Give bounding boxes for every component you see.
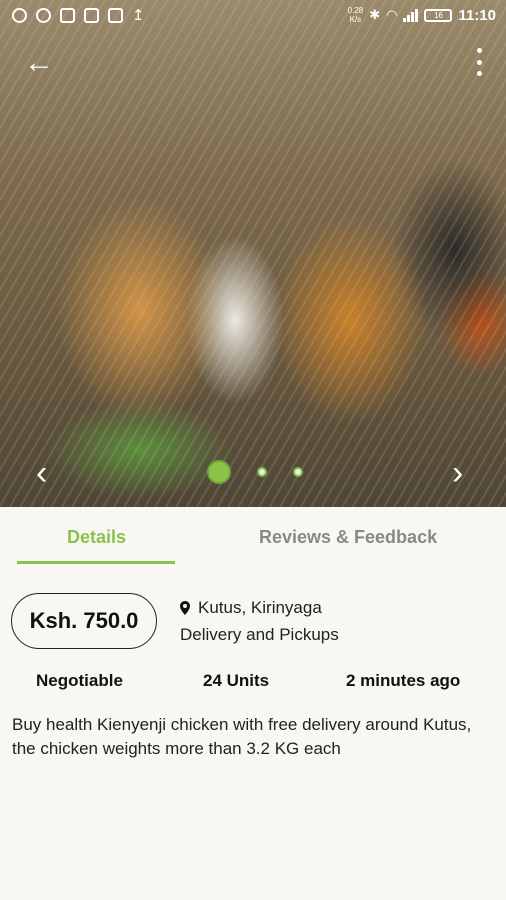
units-available: 24 Units xyxy=(203,671,270,690)
back-arrow-icon[interactable]: ← xyxy=(24,46,58,80)
messenger-icon xyxy=(36,8,51,23)
active-tab-indicator xyxy=(17,561,175,564)
status-bar: ↥ 0.28 K/s ✱ ◠ 16 11:10 xyxy=(0,0,506,36)
bluetooth-icon: ✱ xyxy=(369,7,381,22)
page-dot-3[interactable] xyxy=(293,467,303,477)
status-time: 11:10 xyxy=(458,6,496,24)
upload-icon: ↥ xyxy=(132,7,145,24)
image-icon xyxy=(84,8,99,23)
price-badge: Ksh. 750.0 xyxy=(11,593,157,649)
page-dot-1[interactable] xyxy=(207,460,231,484)
signal-icon xyxy=(403,8,419,22)
briefcase-icon xyxy=(60,8,75,23)
negotiable-label: Negotiable xyxy=(36,671,123,690)
copy-icon xyxy=(108,8,123,23)
tab-details[interactable]: Details xyxy=(67,527,126,548)
wifi-icon: ◠ xyxy=(386,7,398,22)
product-description: Buy health Kienyenji chicken with free d… xyxy=(12,715,472,758)
price-value: Ksh. 750.0 xyxy=(29,608,139,633)
delivery-option: Delivery and Pickups xyxy=(180,625,339,644)
product-image-gallery[interactable] xyxy=(0,0,506,507)
location: Kutus, Kirinyaga xyxy=(180,598,322,618)
page-dot-2[interactable] xyxy=(257,467,267,477)
battery-icon: 16 xyxy=(424,8,453,22)
location-pin-icon xyxy=(180,601,190,615)
chrome-icon xyxy=(12,8,27,23)
gallery-page-indicator xyxy=(207,460,303,484)
notification-icons: ↥ xyxy=(12,8,147,23)
system-status: 0.28 K/s ✱ ◠ 16 11:10 xyxy=(348,6,496,24)
network-speed: 0.28 K/s xyxy=(347,6,364,24)
product-photo xyxy=(0,0,506,507)
more-vert-icon[interactable] xyxy=(474,48,484,76)
next-image-chevron-icon[interactable]: › xyxy=(452,456,463,490)
posted-time: 2 minutes ago xyxy=(346,671,461,690)
tab-reviews-feedback[interactable]: Reviews & Feedback xyxy=(259,527,437,548)
previous-image-chevron-icon[interactable]: ‹ xyxy=(36,456,47,490)
detail-tabs: Details Reviews & Feedback xyxy=(0,507,506,567)
location-text: Kutus, Kirinyaga xyxy=(198,598,322,617)
